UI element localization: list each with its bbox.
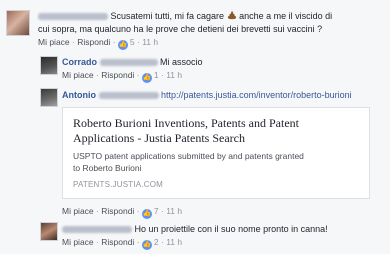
comment-text-line2: cui sopra, ma qualcuno ha le prove che d… [38,24,323,34]
like-link[interactable]: Mi piace [62,206,94,216]
author-name-redacted[interactable] [38,13,108,21]
author-surname-redacted [99,59,158,67]
thumbs-up-icon[interactable]: 👍 [141,209,152,219]
link-card-source: PATENTS.JUSTIA.COM [73,180,163,189]
comment-actions: Mi piace · Rispondi · 👍 2 · 11 h [62,237,183,250]
comment-text: Scusatemi tutti, mi fa cagare anche a me… [38,11,384,21]
avatar[interactable] [40,222,58,241]
author-name[interactable]: Antonio [62,90,96,100]
comment-2: Corrado Mi associo Mi piace · Rispondi ·… [62,57,382,83]
thumbs-up-icon[interactable]: 👍 [141,240,152,250]
comment-text: Corrado Mi associo [62,57,203,67]
author-name[interactable]: Corrado [62,57,97,67]
timestamp[interactable]: 11 h [142,37,158,47]
link-card-title[interactable]: Roberto Burioni Inventions, Patents and … [73,116,359,146]
avatar[interactable] [40,56,58,75]
comment-actions: Mi piace · Rispondi · 👍 5 · 11 h [38,37,159,50]
author-name-redacted[interactable] [62,226,132,234]
reply-link[interactable]: Rispondi [101,206,134,216]
like-count[interactable]: 7 [154,206,159,216]
like-count[interactable]: 5 [130,37,135,47]
avatar[interactable] [6,10,30,36]
timestamp[interactable]: 11 h [166,206,182,216]
like-link[interactable]: Mi piace [62,237,94,247]
like-count[interactable]: 2 [154,237,159,247]
like-link[interactable]: Mi piace [38,37,70,47]
reply-link[interactable]: Rispondi [77,37,110,47]
poop-emoji-icon [227,11,237,20]
comment-actions: Mi piace · Rispondi · 👍 7 · 11 h [62,206,183,219]
comment-text: Antonio http://patents.justia.com/invent… [62,90,384,100]
reply-link[interactable]: Rispondi [101,237,134,247]
comment-1: Scusatemi tutti, mi fa cagare anche a me… [38,11,384,50]
thumbs-up-icon[interactable]: 👍 [141,73,152,83]
timestamp[interactable]: 11 h [166,70,182,80]
like-link[interactable]: Mi piace [62,70,94,80]
link-card-description: USPTO patent applications submitted by a… [73,151,304,173]
comment-4: Ho un proiettile con il suo nome pronto … [62,224,384,250]
thumbs-up-icon[interactable]: 👍 [117,40,128,50]
comment-3: Antonio http://patents.justia.com/invent… [62,90,384,100]
comment-actions: Mi piace · Rispondi · 👍 1 · 11 h [62,70,183,83]
like-count[interactable]: 1 [154,70,159,80]
comment-text: Ho un proiettile con il suo nome pronto … [62,224,384,234]
avatar[interactable] [40,88,58,107]
author-surname-redacted [98,92,159,100]
link-preview-card[interactable]: Roberto Burioni Inventions, Patents and … [62,107,370,199]
timestamp[interactable]: 11 h [166,237,182,247]
patent-link[interactable]: http://patents.justia.com/inventor/rober… [161,90,352,100]
reply-link[interactable]: Rispondi [101,70,134,80]
